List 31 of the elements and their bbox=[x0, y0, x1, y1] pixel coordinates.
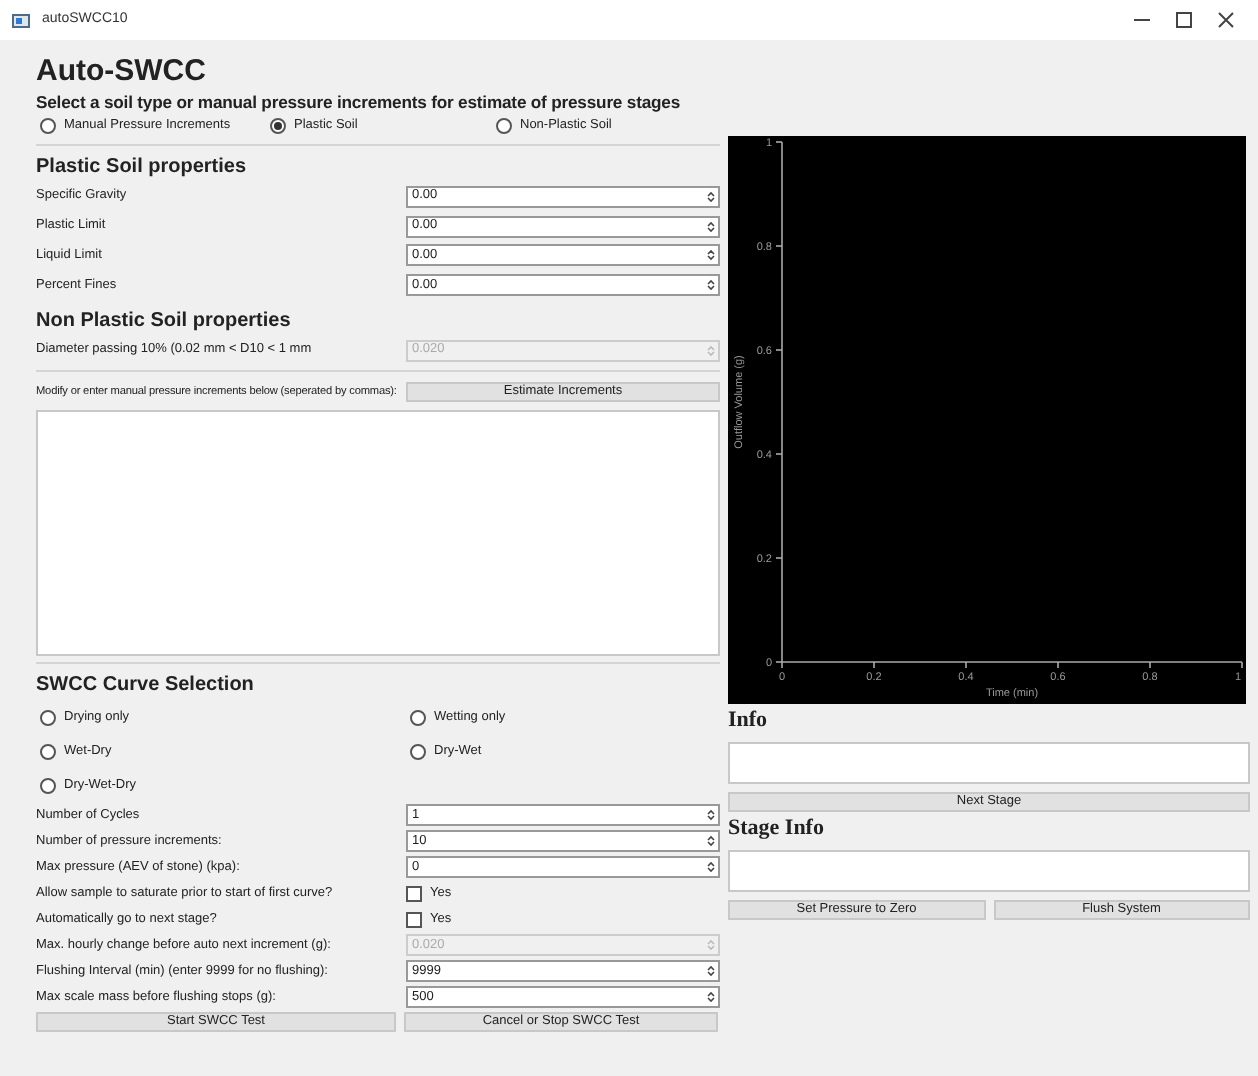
section-heading: SWCC Curve Selection bbox=[36, 672, 256, 701]
section-heading: Plastic Soil properties bbox=[36, 154, 249, 182]
spin-arrows-icon[interactable] bbox=[706, 990, 716, 1005]
spin-arrows-icon bbox=[706, 938, 716, 953]
spin-arrows-icon[interactable] bbox=[706, 834, 716, 849]
app-icon bbox=[12, 13, 30, 27]
close-icon[interactable] bbox=[1218, 12, 1234, 28]
section-heading: Non Plastic Soil properties bbox=[36, 307, 293, 336]
section-heading: Stage Info bbox=[728, 813, 826, 843]
spin-arrows-icon[interactable] bbox=[706, 860, 716, 875]
radio-button[interactable] bbox=[40, 709, 56, 726]
radio-button[interactable] bbox=[410, 709, 426, 726]
checkbox[interactable] bbox=[406, 911, 422, 928]
spin-arrows-icon[interactable] bbox=[706, 808, 716, 823]
maximize-icon[interactable] bbox=[1176, 12, 1192, 28]
radio-button[interactable] bbox=[40, 743, 56, 760]
radio-button[interactable] bbox=[410, 743, 426, 760]
section-heading: Info bbox=[728, 705, 770, 735]
section-heading: Select a soil type or manual pressure increments for estimate of pressure stages bbox=[36, 90, 683, 114]
radio-button[interactable] bbox=[496, 118, 512, 134]
radio-button[interactable] bbox=[40, 777, 56, 794]
app-title: Auto-SWCC bbox=[36, 56, 208, 90]
radio-button[interactable] bbox=[40, 118, 56, 134]
spin-arrows-icon bbox=[706, 343, 716, 358]
checkbox[interactable] bbox=[406, 885, 422, 902]
spin-arrows-icon[interactable] bbox=[706, 189, 716, 204]
spin-arrows-icon[interactable] bbox=[706, 248, 716, 263]
spin-arrows-icon[interactable] bbox=[706, 277, 716, 292]
spin-arrows-icon[interactable] bbox=[706, 964, 716, 979]
radio-button[interactable] bbox=[270, 118, 286, 134]
spin-arrows-icon[interactable] bbox=[706, 219, 716, 234]
